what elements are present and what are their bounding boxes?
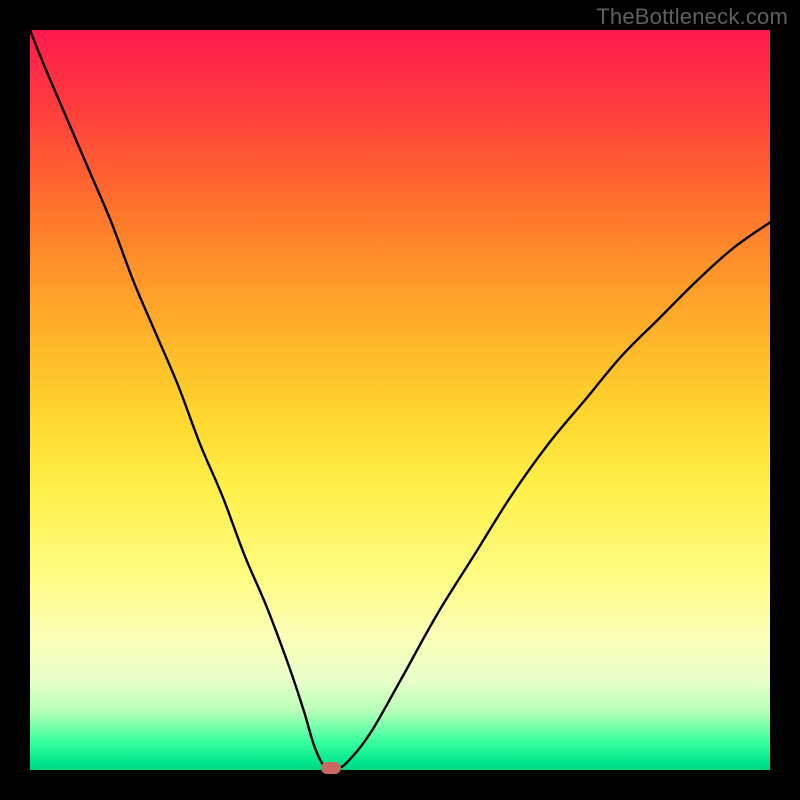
- bottleneck-curve: [30, 30, 770, 770]
- bottleneck-marker: [321, 762, 341, 774]
- chart-frame: TheBottleneck.com: [0, 0, 800, 800]
- plot-area: [30, 30, 770, 770]
- watermark-text: TheBottleneck.com: [596, 4, 788, 30]
